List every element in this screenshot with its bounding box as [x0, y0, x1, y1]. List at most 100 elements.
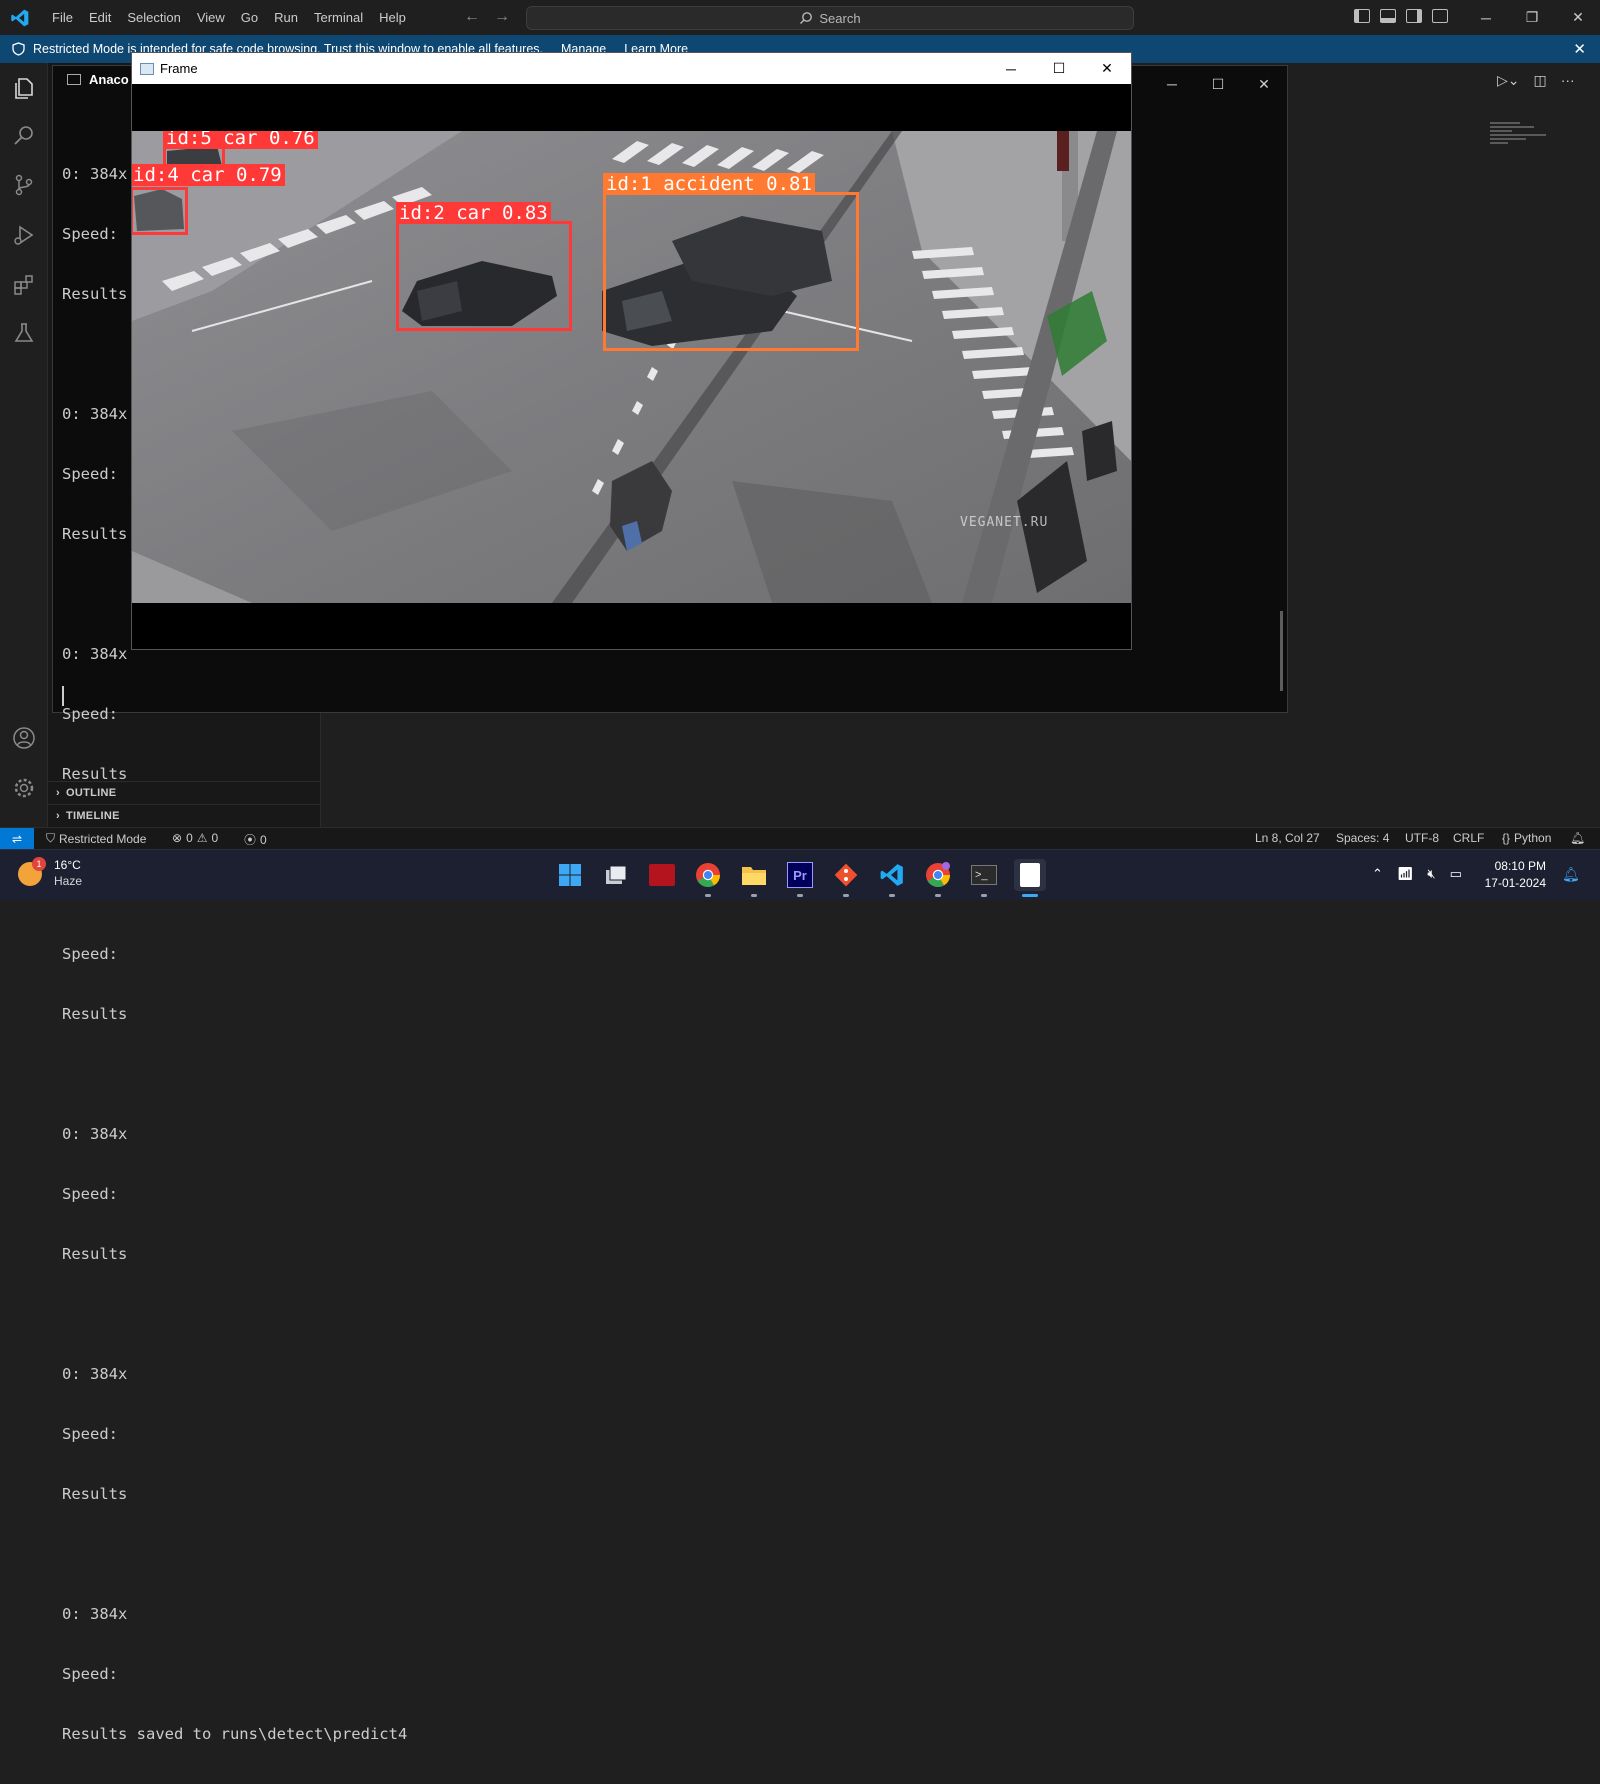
- clock-time: 08:10 PM: [1494, 859, 1546, 873]
- source-control-icon[interactable]: [12, 173, 36, 197]
- taskbar-vscode[interactable]: [876, 859, 908, 897]
- encoding-status[interactable]: UTF-8: [1405, 831, 1439, 845]
- search-sidebar-icon[interactable]: [12, 123, 36, 147]
- taskbar-file-explorer[interactable]: [738, 859, 770, 897]
- chrome-profile-icon: [926, 862, 950, 888]
- taskbar-chrome-profile[interactable]: [922, 859, 954, 897]
- clock[interactable]: 08:10 PM 17-01-2024: [1478, 858, 1546, 892]
- menu-go[interactable]: Go: [233, 0, 266, 35]
- weather-widget[interactable]: 1 16°C Haze: [18, 856, 88, 896]
- notification-center-icon[interactable]: 🔔︎: [1562, 866, 1580, 883]
- taskbar-premiere[interactable]: Pr: [784, 859, 816, 897]
- command-center-search[interactable]: Search: [526, 6, 1134, 30]
- menu-help[interactable]: Help: [371, 0, 414, 35]
- ports-status[interactable]: ⦿ 0: [244, 831, 267, 848]
- toggle-primary-sidebar-icon[interactable]: [1354, 9, 1370, 23]
- terminal-close-icon[interactable]: ✕: [1241, 76, 1287, 93]
- cursor-position[interactable]: Ln 8, Col 27: [1255, 831, 1320, 845]
- menu-terminal[interactable]: Terminal: [306, 0, 371, 35]
- menu-selection[interactable]: Selection: [119, 0, 188, 35]
- battery-icon[interactable]: ▭: [1450, 866, 1462, 882]
- warning-icon: ⚠: [196, 831, 208, 845]
- taskbar-terminal[interactable]: >_: [968, 859, 1000, 897]
- warning-count: 0: [211, 831, 219, 845]
- vscode-logo-icon: [11, 9, 29, 26]
- terminal-scrollbar[interactable]: [1280, 611, 1283, 691]
- chevron-up-icon[interactable]: ⌃: [1372, 866, 1383, 882]
- broadcast-icon: ⦿: [244, 833, 257, 847]
- terminal-line: Speed:: [62, 1425, 118, 1443]
- error-count: 0: [186, 831, 193, 845]
- customize-layout-icon[interactable]: [1432, 9, 1448, 23]
- notifications-bell-icon[interactable]: 🔔︎: [1570, 831, 1585, 845]
- run-file-icon[interactable]: ▷⌄: [1497, 72, 1520, 89]
- task-view-icon: [606, 865, 627, 884]
- accounts-icon[interactable]: [12, 726, 36, 750]
- frame-app-icon: [140, 62, 154, 75]
- menu-file[interactable]: File: [44, 0, 81, 35]
- frame-maximize-icon[interactable]: ☐: [1035, 60, 1083, 77]
- taskbar-app-red[interactable]: [646, 859, 678, 891]
- terminal-line: Speed:: [62, 945, 118, 963]
- start-button[interactable]: [554, 859, 586, 891]
- wifi-icon[interactable]: 📶︎: [1397, 866, 1414, 882]
- explorer-icon[interactable]: [12, 76, 36, 100]
- status-bar: ⇌ ⛉ Restricted Mode ⊗ 0 ⚠ 0 ⦿ 0 Ln 8, Co…: [0, 827, 1600, 850]
- volume-muted-icon[interactable]: 🔇︎: [1427, 866, 1435, 882]
- task-view-button[interactable]: [600, 859, 632, 891]
- frame-minimize-icon[interactable]: ─: [987, 61, 1035, 77]
- terminal-line: Results: [62, 1485, 128, 1503]
- taskbar-chrome[interactable]: [692, 859, 724, 897]
- window-controls: ─ ❐ ✕: [1463, 0, 1600, 35]
- taskbar-notepad[interactable]: [1014, 859, 1046, 897]
- terminal-icon: [67, 74, 81, 85]
- language-status[interactable]: {} Python: [1502, 831, 1551, 845]
- minimize-icon[interactable]: ─: [1463, 10, 1509, 26]
- terminal-maximize-icon[interactable]: ☐: [1195, 76, 1241, 93]
- settings-gear-icon[interactable]: [12, 776, 36, 800]
- menu-edit[interactable]: Edit: [81, 0, 119, 35]
- toggle-secondary-sidebar-icon[interactable]: [1406, 9, 1422, 23]
- frame-window: Frame ─ ☐ ✕ id:5 car 0.76 id:4 car 0.79 …: [131, 52, 1132, 650]
- detection-label-car-5: id:5 car 0.76: [163, 131, 318, 149]
- shield-icon: [12, 42, 25, 56]
- taskbar-git[interactable]: [830, 859, 862, 897]
- remote-indicator-icon[interactable]: ⇌: [0, 828, 34, 850]
- title-bar: File Edit Selection View Go Run Terminal…: [0, 0, 1600, 35]
- problems-status[interactable]: ⊗ 0 ⚠ 0: [172, 831, 218, 845]
- run-debug-icon[interactable]: [12, 223, 36, 247]
- banner-close-icon[interactable]: ✕: [1573, 40, 1586, 58]
- vscode-icon: [880, 864, 903, 886]
- split-editor-icon[interactable]: ◫: [1534, 72, 1547, 89]
- premiere-icon: Pr: [787, 862, 813, 888]
- toggle-panel-icon[interactable]: [1380, 9, 1396, 23]
- video-frame: id:5 car 0.76 id:4 car 0.79 id:2 car 0.8…: [132, 131, 1131, 603]
- indentation-status[interactable]: Spaces: 4: [1336, 831, 1389, 845]
- video-watermark: VEGANET.RU: [960, 515, 1049, 530]
- editor-actions: ▷⌄ ◫ ···: [1497, 72, 1575, 89]
- layout-controls: [1354, 9, 1448, 23]
- extensions-icon[interactable]: [12, 273, 36, 297]
- terminal-cursor: [62, 686, 64, 706]
- folder-icon: [742, 867, 766, 885]
- forward-arrow-icon[interactable]: →: [494, 8, 510, 26]
- more-actions-icon[interactable]: ···: [1561, 72, 1575, 89]
- terminal-tab[interactable]: Anaco: [67, 72, 129, 87]
- terminal-minimize-icon[interactable]: ─: [1149, 76, 1195, 92]
- restricted-mode-status[interactable]: ⛉ Restricted Mode: [46, 831, 146, 846]
- menu-run[interactable]: Run: [266, 0, 306, 35]
- activity-bar: [0, 63, 48, 827]
- testing-icon[interactable]: [12, 321, 36, 345]
- back-arrow-icon[interactable]: ←: [464, 8, 480, 26]
- menu-view[interactable]: View: [189, 0, 233, 35]
- chrome-icon: [696, 863, 720, 888]
- terminal-last-line: Results saved to runs\detect\predict4: [62, 1725, 408, 1743]
- eol-status[interactable]: CRLF: [1453, 831, 1484, 845]
- close-icon[interactable]: ✕: [1555, 9, 1600, 26]
- search-label: Search: [819, 10, 861, 26]
- terminal-line: Results: [62, 1005, 128, 1023]
- restore-icon[interactable]: ❐: [1509, 9, 1555, 26]
- minimap[interactable]: [1490, 120, 1550, 160]
- detection-box-car-2: [396, 221, 572, 331]
- frame-close-icon[interactable]: ✕: [1083, 60, 1131, 77]
